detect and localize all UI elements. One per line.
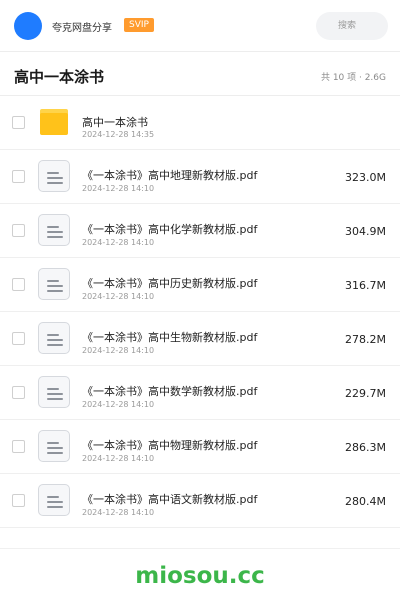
- document-icon: [38, 322, 70, 354]
- item-date: 2024-12-28 14:35: [82, 130, 155, 139]
- item-size: 286.3M: [345, 441, 386, 454]
- document-icon: [38, 484, 70, 516]
- list-item[interactable]: 《一本涂书》高中历史新教材版.pdf 2024-12-28 14:10 316.…: [0, 258, 400, 312]
- document-icon: [38, 214, 70, 246]
- item-name: 《一本涂书》高中数学新教材版.pdf: [82, 385, 258, 398]
- document-icon: [38, 268, 70, 300]
- select-checkbox[interactable]: [12, 332, 25, 345]
- list-item[interactable]: 《一本涂书》高中化学新教材版.pdf 2024-12-28 14:10 304.…: [0, 204, 400, 258]
- select-checkbox[interactable]: [12, 278, 25, 291]
- item-size: 229.7M: [345, 387, 386, 400]
- item-size: 316.7M: [345, 279, 386, 292]
- top-bar: 夸克网盘分享 SVIP 搜索: [0, 0, 400, 52]
- item-date: 2024-12-28 14:10: [82, 400, 155, 409]
- item-size: 278.2M: [345, 333, 386, 346]
- avatar[interactable]: [14, 12, 42, 40]
- search-input[interactable]: 搜索: [316, 12, 388, 40]
- select-checkbox[interactable]: [12, 170, 25, 183]
- list-item[interactable]: 高中一本涂书 2024-12-28 14:35: [0, 96, 400, 150]
- select-checkbox[interactable]: [12, 494, 25, 507]
- item-name: 《一本涂书》高中生物新教材版.pdf: [82, 331, 258, 344]
- item-date: 2024-12-28 14:10: [82, 454, 155, 463]
- page-title: 高中一本涂书: [14, 68, 105, 86]
- list-item[interactable]: 《一本涂书》高中语文新教材版.pdf 2024-12-28 14:10 280.…: [0, 474, 400, 528]
- folder-icon: [40, 109, 68, 135]
- file-list: 高中一本涂书 2024-12-28 14:35 《一本涂书》高中地理新教材版.p…: [0, 96, 400, 528]
- select-checkbox[interactable]: [12, 116, 25, 129]
- item-name: 《一本涂书》高中语文新教材版.pdf: [82, 493, 258, 506]
- document-icon: [38, 376, 70, 408]
- select-checkbox[interactable]: [12, 386, 25, 399]
- item-date: 2024-12-28 14:10: [82, 292, 155, 301]
- item-name: 高中一本涂书: [82, 116, 148, 129]
- item-size: 304.9M: [345, 225, 386, 238]
- svip-badge: SVIP: [124, 18, 154, 32]
- list-item[interactable]: 《一本涂书》高中生物新教材版.pdf 2024-12-28 14:10 278.…: [0, 312, 400, 366]
- brand-name: 夸克网盘分享: [52, 23, 112, 34]
- item-date: 2024-12-28 14:10: [82, 238, 155, 247]
- item-date: 2024-12-28 14:10: [82, 508, 155, 517]
- item-name: 《一本涂书》高中地理新教材版.pdf: [82, 169, 258, 182]
- folder-meta: 共 10 项 · 2.6G: [320, 73, 386, 83]
- select-checkbox[interactable]: [12, 440, 25, 453]
- item-date: 2024-12-28 14:10: [82, 346, 155, 355]
- item-date: 2024-12-28 14:10: [82, 184, 155, 193]
- list-item[interactable]: 《一本涂书》高中物理新教材版.pdf 2024-12-28 14:10 286.…: [0, 420, 400, 474]
- document-icon: [38, 430, 70, 462]
- document-icon: [38, 160, 70, 192]
- list-item[interactable]: 《一本涂书》高中地理新教材版.pdf 2024-12-28 14:10 323.…: [0, 150, 400, 204]
- item-size: 280.4M: [345, 495, 386, 508]
- item-name: 《一本涂书》高中化学新教材版.pdf: [82, 223, 258, 236]
- item-name: 《一本涂书》高中历史新教材版.pdf: [82, 277, 258, 290]
- watermark: miosou.cc: [0, 548, 400, 600]
- watermark-text: miosou.cc: [135, 563, 265, 589]
- item-name: 《一本涂书》高中物理新教材版.pdf: [82, 439, 258, 452]
- item-size: 323.0M: [345, 171, 386, 184]
- list-item[interactable]: 《一本涂书》高中数学新教材版.pdf 2024-12-28 14:10 229.…: [0, 366, 400, 420]
- folder-header: 高中一本涂书 共 10 项 · 2.6G: [0, 52, 400, 96]
- select-checkbox[interactable]: [12, 224, 25, 237]
